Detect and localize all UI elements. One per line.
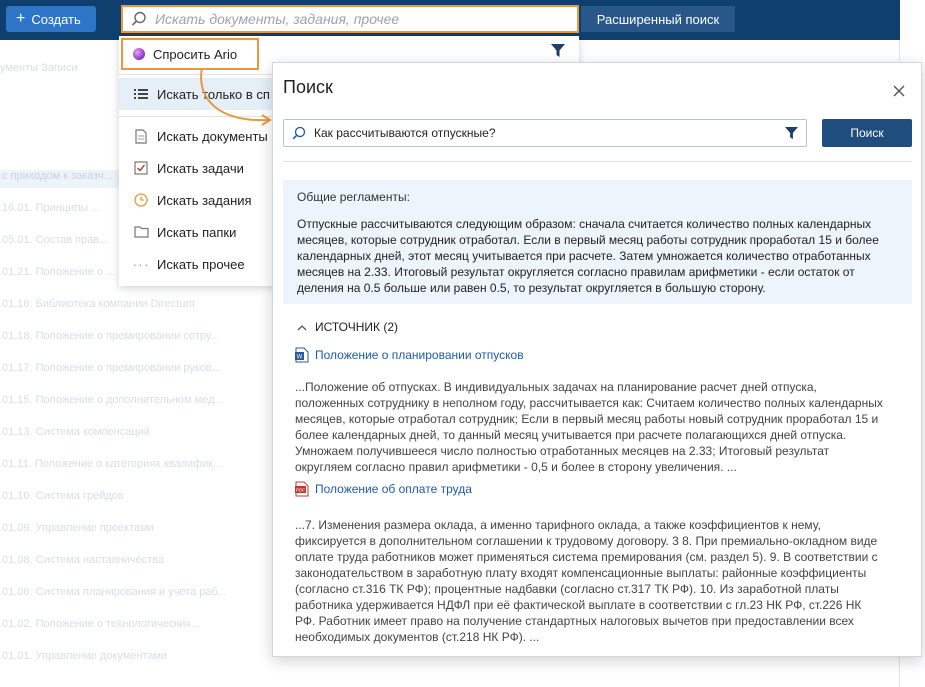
top-bar: + Создать Расширенный поиск (0, 0, 900, 40)
global-search-box[interactable] (121, 5, 579, 33)
clock-icon (133, 192, 149, 208)
source-snippet: ...7. Изменения размера оклада, а именно… (295, 518, 878, 644)
dropdown-item-label: Искать прочее (157, 256, 245, 272)
divider (283, 161, 912, 162)
task-icon (133, 160, 149, 176)
background-row: 01.10. Система грейдов (2, 490, 124, 502)
create-button[interactable]: + Создать (6, 6, 96, 32)
background-row: 01.15. Положение о дополнительном мед... (2, 394, 224, 406)
word-document-icon: W (295, 347, 309, 363)
ellipsis-icon: ··· (132, 256, 150, 272)
list-icon (133, 86, 149, 102)
close-icon[interactable] (891, 83, 907, 99)
dropdown-item-label: Искать задачи (157, 160, 244, 176)
sources-toggle[interactable]: ИСТОЧНИК (2) (297, 320, 398, 334)
source-link[interactable]: PDF Положение об оплате труда (295, 481, 895, 497)
global-search-input[interactable] (155, 11, 577, 27)
query-text: Как рассчитываются отпускные? (314, 126, 496, 140)
background-row: 01.17. Положение о премировании руков... (2, 362, 221, 374)
ario-logo-icon (133, 48, 145, 60)
filter-icon[interactable] (551, 44, 565, 58)
pdf-document-icon: PDF (295, 481, 309, 497)
answer-text: Отпускные рассчитываются следующим образ… (297, 217, 879, 295)
plus-icon: + (16, 10, 26, 27)
filter-icon[interactable] (785, 126, 798, 140)
source-title: Положение о планировании отпусков (315, 348, 524, 362)
connector-arrow (200, 67, 272, 126)
source-snippet: ...Положение об отпусках. В индивидуальн… (295, 380, 883, 474)
panel-title: Поиск (283, 77, 333, 97)
background-row: 01.08. Система наставничества (2, 554, 165, 566)
ai-answer-block: Общие регламенты: Отпускные рассчитывают… (283, 180, 912, 304)
svg-text:PDF: PDF (296, 488, 305, 493)
source-item: W Положение о планировании отпусков ...П… (295, 347, 895, 475)
search-panel: Поиск Как рассчитываются отпускные? Поис… (272, 62, 922, 657)
answer-heading: Общие регламенты: (297, 190, 410, 204)
background-row: 01.06. Система планирования и учета раб.… (2, 586, 227, 598)
svg-text:W: W (297, 355, 303, 361)
folder-icon (133, 224, 149, 240)
source-item: PDF Положение об оплате труда ...7. Изме… (295, 481, 895, 645)
search-icon (292, 126, 306, 140)
dropdown-item-label: Искать папки (157, 224, 237, 240)
background-row: 01.11. Положение о категориях квалифик..… (2, 458, 223, 470)
background-tabs: ументы Записи (0, 62, 78, 74)
background-row: 01.13. Система компенсаций (2, 426, 150, 438)
background-row: 01.18. Положение о премировании сотру... (2, 330, 220, 342)
create-label: Создать (31, 11, 81, 27)
sources-heading: ИСТОЧНИК (2) (315, 320, 399, 334)
background-row: 01.02. Положение о технологических... (2, 618, 201, 630)
find-button[interactable]: Поиск (822, 119, 912, 147)
source-title: Положение об оплате труда (315, 482, 472, 496)
document-icon (133, 128, 149, 144)
chevron-up-icon (297, 324, 307, 330)
search-icon (131, 11, 146, 26)
background-row: 01.01. Управление документами (2, 650, 168, 662)
query-input[interactable]: Как рассчитываются отпускные? (283, 119, 807, 147)
background-row: 01.09. Управление проектами (2, 522, 154, 534)
dropdown-item-label: Искать документы (157, 128, 268, 144)
source-link[interactable]: W Положение о планировании отпусков (295, 347, 895, 363)
advanced-search-button[interactable]: Расширенный поиск (581, 6, 735, 32)
dropdown-item-label: Искать задания (157, 192, 252, 208)
background-row: 01.16. Библиотека компании Directum (2, 298, 195, 310)
